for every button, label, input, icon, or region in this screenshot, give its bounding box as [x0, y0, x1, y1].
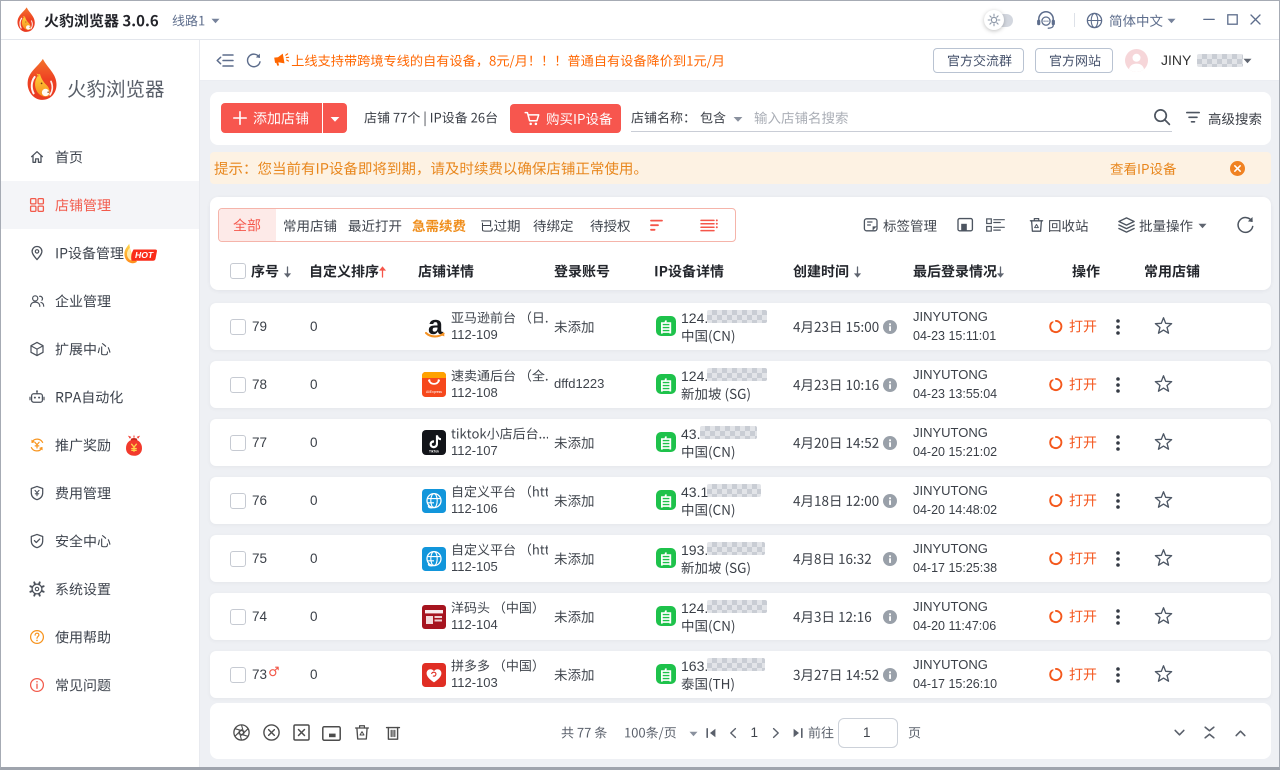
- svg-text:AliExpress: AliExpress: [426, 390, 442, 394]
- svg-text:TikTok: TikTok: [429, 450, 439, 454]
- svg-text:HOT: HOT: [135, 250, 154, 260]
